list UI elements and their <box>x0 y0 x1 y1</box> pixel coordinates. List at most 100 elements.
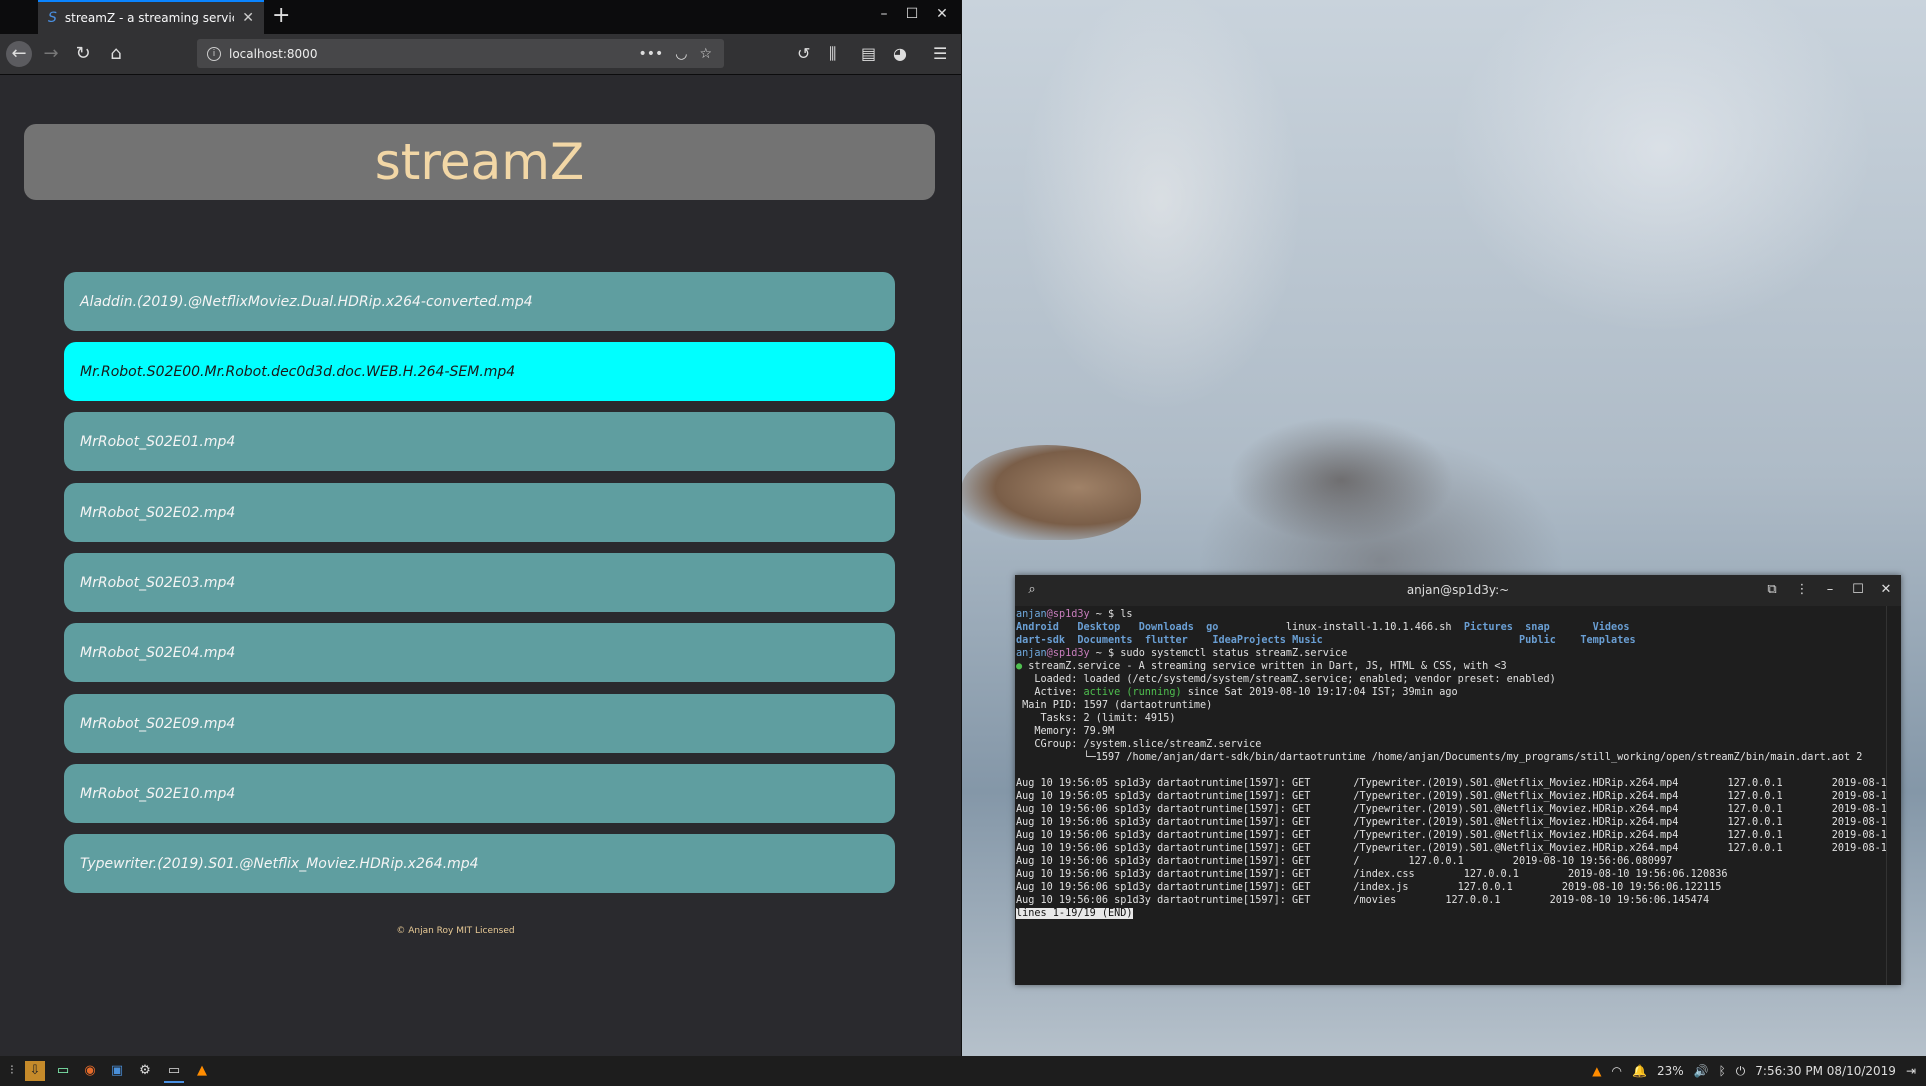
new-tab-button[interactable]: + <box>272 4 290 28</box>
ls-output-row: Android Desktop Downloads go linux-insta… <box>1016 621 1887 634</box>
logout-icon[interactable]: ⇥ <box>1906 1064 1916 1078</box>
notification-bell-icon[interactable]: 🔔 <box>1632 1064 1647 1078</box>
ls-entry: Public <box>1519 635 1556 646</box>
bookmark-star-icon[interactable]: ☆ <box>699 46 712 62</box>
app-menu-icon[interactable]: ⁝ <box>2 1061 22 1081</box>
video-item[interactable]: MrRobot_S02E02.mp4 <box>64 483 895 542</box>
log-line: Aug 10 19:56:05 sp1d3y dartaotruntime[15… <box>1016 791 1887 802</box>
video-item-active[interactable]: Mr.Robot.S02E00.Mr.Robot.dec0d3d.doc.WEB… <box>64 342 895 401</box>
log-line: Aug 10 19:56:06 sp1d3y dartaotruntime[15… <box>1016 843 1887 854</box>
taskbar: ⁝ ⇩ ▭ ◉ ▣ ⚙ ▭ ▲ ▲ ◠ 🔔 23% 🔊 ᛒ ⏻ 7:56:30 … <box>0 1056 1926 1086</box>
ls-entry: Documents <box>1077 635 1133 646</box>
maximize-icon[interactable]: ☐ <box>1847 580 1869 600</box>
footer-copyright: © Anjan Roy MIT Licensed <box>396 926 515 936</box>
battery-level[interactable]: 23% <box>1657 1064 1684 1078</box>
extension-icon[interactable]: ◕ <box>893 44 907 63</box>
tab-streamz[interactable]: S streamZ - a streaming service ✕ <box>38 0 264 34</box>
log-line: Aug 10 19:56:06 sp1d3y dartaotruntime[15… <box>1016 817 1887 828</box>
log-line: Aug 10 19:56:06 sp1d3y dartaotruntime[15… <box>1016 856 1673 867</box>
video-item[interactable]: MrRobot_S02E10.mp4 <box>64 764 895 823</box>
video-filename: Mr.Robot.S02E00.Mr.Robot.dec0d3d.doc.WEB… <box>80 363 516 380</box>
pocket-icon[interactable]: ◡ <box>675 46 687 62</box>
site-info-icon[interactable]: i <box>207 46 221 61</box>
power-icon[interactable]: ⏻ <box>1736 1064 1746 1079</box>
page-actions-icon[interactable]: ••• <box>638 46 663 62</box>
prompt-suffix: ~ $ <box>1089 609 1121 620</box>
close-window-icon[interactable]: ✕ <box>930 6 954 22</box>
video-item[interactable]: Aladdin.(2019).@NetflixMoviez.Dual.HDRip… <box>64 272 895 331</box>
video-filename: Typewriter.(2019).S01.@Netflix_Moviez.HD… <box>80 855 479 872</box>
back-arrow-icon[interactable]: ← <box>6 41 32 67</box>
ls-entry: Pictures <box>1463 622 1513 633</box>
bluetooth-icon[interactable]: ᛒ <box>1719 1064 1726 1078</box>
address-bar[interactable]: i localhost:8000 ••• ◡ ☆ <box>197 39 724 68</box>
video-item[interactable]: MrRobot_S02E03.mp4 <box>64 553 895 612</box>
minimize-icon[interactable]: – <box>872 6 896 22</box>
video-item[interactable]: MrRobot_S02E09.mp4 <box>64 694 895 753</box>
ls-entry: snap <box>1525 622 1550 633</box>
ls-entry: linux-install-1.10.1.466.sh <box>1285 622 1452 633</box>
pager-status: lines 1-19/19 (END) <box>1016 908 1133 919</box>
terminal-scrollbar[interactable] <box>1886 606 1901 985</box>
status-text: streamZ.service - A streaming service wr… <box>1028 661 1507 672</box>
volume-icon[interactable]: 🔊 <box>1694 1064 1709 1078</box>
favicon-icon: S <box>48 10 57 26</box>
status-line: Loaded: loaded (/etc/systemd/system/stre… <box>1016 674 1556 685</box>
settings-app-icon[interactable]: ⚙ <box>135 1061 155 1081</box>
new-tab-icon[interactable]: ⧉ <box>1761 580 1783 600</box>
history-icon[interactable]: ↺ <box>797 44 810 63</box>
minimize-icon[interactable]: – <box>1819 580 1841 600</box>
status-line: Memory: 79.9M <box>1016 726 1115 737</box>
terminal-line: anjan@sp1d3y ~ $ sudo systemctl status s… <box>1016 648 1348 659</box>
video-filename: MrRobot_S02E03.mp4 <box>80 574 236 591</box>
file-manager-icon[interactable]: ▭ <box>53 1061 73 1081</box>
video-item[interactable]: MrRobot_S02E04.mp4 <box>64 623 895 682</box>
ls-entry: Android <box>1016 622 1059 633</box>
maximize-icon[interactable]: ☐ <box>900 6 924 22</box>
close-tab-icon[interactable]: ✕ <box>242 10 254 26</box>
terminal-output[interactable]: anjan@sp1d3y ~ $ ls Android Desktop Down… <box>1015 606 1887 985</box>
log-line: Aug 10 19:56:06 sp1d3y dartaotruntime[15… <box>1016 869 1728 880</box>
prompt-user: anjan <box>1016 609 1047 620</box>
kebab-menu-icon[interactable]: ⋮ <box>1791 580 1813 600</box>
sidebar-icon[interactable]: ▤ <box>861 44 876 63</box>
password-manager-icon[interactable]: ▣ <box>107 1061 127 1081</box>
downloader-icon[interactable]: ⇩ <box>25 1061 45 1081</box>
library-icon[interactable]: ⫼ <box>829 44 836 64</box>
wifi-icon[interactable]: ◠ <box>1612 1064 1622 1078</box>
video-item[interactable]: Typewriter.(2019).S01.@Netflix_Moviez.HD… <box>64 834 895 893</box>
status-text: Active: <box>1016 687 1084 698</box>
close-icon[interactable]: ✕ <box>1875 580 1897 600</box>
status-dot-icon: ● <box>1016 661 1023 672</box>
vlc-icon[interactable]: ▲ <box>192 1061 212 1081</box>
video-filename: MrRobot_S02E10.mp4 <box>80 785 236 802</box>
video-item[interactable]: MrRobot_S02E01.mp4 <box>64 412 895 471</box>
forward-arrow-icon[interactable]: → <box>38 41 64 67</box>
url-text: localhost:8000 <box>229 46 318 61</box>
header-card: streamZ <box>24 124 935 200</box>
status-line: └─1597 /home/anjan/dart-sdk/bin/dartaotr… <box>1016 752 1863 763</box>
ls-entry: Music <box>1292 635 1323 646</box>
prompt-host: sp1d3y <box>1052 609 1090 620</box>
log-line: Aug 10 19:56:05 sp1d3y dartaotruntime[15… <box>1016 778 1887 789</box>
video-filename: Aladdin.(2019).@NetflixMoviez.Dual.HDRip… <box>80 293 533 310</box>
terminal-titlebar: ⌕ anjan@sp1d3y:~ ⧉ ⋮ – ☐ ✕ <box>1015 575 1901 606</box>
video-filename: MrRobot_S02E02.mp4 <box>80 504 236 521</box>
prompt-user: anjan <box>1016 648 1047 659</box>
vlc-tray-icon[interactable]: ▲ <box>1592 1064 1601 1078</box>
menu-hamburger-icon[interactable]: ☰ <box>933 44 947 63</box>
ls-entry: dart-sdk <box>1016 635 1066 646</box>
navigation-toolbar: ← → ↻ ⌂ i localhost:8000 ••• ◡ ☆ ↺ ⫼ ▤ ◕… <box>0 34 961 75</box>
status-line: CGroup: /system.slice/streamZ.service <box>1016 739 1262 750</box>
clock[interactable]: 7:56:30 PM 08/10/2019 <box>1755 1064 1896 1078</box>
home-icon[interactable]: ⌂ <box>103 41 129 67</box>
log-line: Aug 10 19:56:06 sp1d3y dartaotruntime[15… <box>1016 804 1887 815</box>
active-state: active (running) <box>1083 687 1182 698</box>
tab-bar: S streamZ - a streaming service ✕ + – ☐ … <box>0 0 961 34</box>
firefox-icon[interactable]: ◉ <box>80 1061 100 1081</box>
tab-title: streamZ - a streaming service <box>64 11 235 25</box>
status-line: Tasks: 2 (limit: 4915) <box>1016 713 1176 724</box>
terminal-app-icon[interactable]: ▭ <box>164 1061 184 1083</box>
reload-icon[interactable]: ↻ <box>70 41 96 67</box>
